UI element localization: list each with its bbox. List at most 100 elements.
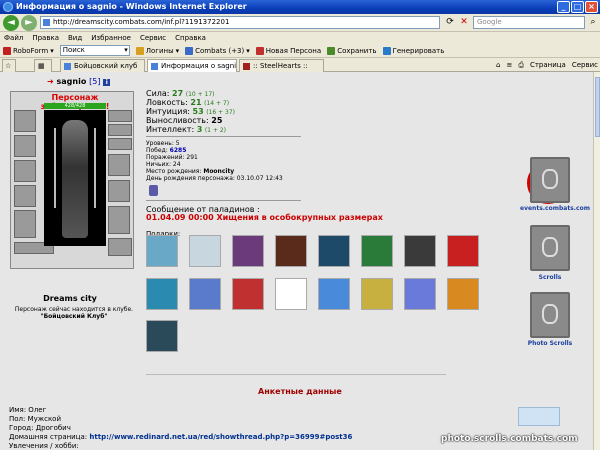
combats-label: Combats (+3) xyxy=(195,46,245,55)
helmet-slot[interactable] xyxy=(14,110,36,132)
home-icon[interactable]: ⌂ xyxy=(496,58,500,72)
stat-label: Интуиция: xyxy=(146,107,190,116)
menu-tools[interactable]: Сервис xyxy=(140,32,166,44)
gift-item[interactable] xyxy=(232,235,264,267)
stat-agility: Ловкость: 21 (14 + 7) xyxy=(146,98,229,107)
roboform-button[interactable]: RoboForm ▾ xyxy=(3,44,54,58)
gloves-slot[interactable] xyxy=(108,154,130,176)
gift-item[interactable] xyxy=(275,278,307,310)
tab-steelhearts[interactable]: :: SteelHearts :: xyxy=(239,59,324,72)
address-bar: ◄ ► http://dreamscity.combats.com/inf.pl… xyxy=(0,14,600,32)
gift-item[interactable] xyxy=(146,320,178,352)
roboform-search-select[interactable]: Поиск xyxy=(59,45,130,56)
bracers-slot[interactable] xyxy=(14,135,36,157)
menu-help[interactable]: Справка xyxy=(175,32,206,44)
gift-item[interactable] xyxy=(361,235,393,267)
stat-strength: Сила: 27 (10 + 17) xyxy=(146,89,215,98)
city-name: Dreams city xyxy=(43,294,97,303)
new-persona-label: Новая Персона xyxy=(265,46,322,55)
hp-bar: 428/428 xyxy=(44,103,106,109)
menu-file[interactable]: Файл xyxy=(4,32,23,44)
events-link[interactable]: events.combats.com xyxy=(520,205,590,212)
scrollbar-thumb[interactable] xyxy=(595,77,600,137)
vertical-scrollbar[interactable] xyxy=(593,72,600,450)
scrolls-banner-icon[interactable] xyxy=(530,225,570,271)
homepage-label: Домашняя страница: xyxy=(9,433,88,441)
tab-fight-club[interactable]: Бойцовский клуб xyxy=(60,59,145,72)
photo-scrolls-banner-icon[interactable] xyxy=(530,292,570,338)
page-menu[interactable]: Страница xyxy=(530,58,566,72)
necklace-slot[interactable] xyxy=(108,124,132,136)
ring-slot[interactable] xyxy=(108,138,132,150)
stop-icon[interactable]: ✕ xyxy=(458,17,470,28)
menu-favorites[interactable]: Избранное xyxy=(91,32,131,44)
search-input[interactable]: Google xyxy=(473,16,585,29)
info-birthday: День рождения персонажа: 03.10.07 12:43 xyxy=(146,175,283,182)
generate-button[interactable]: Генерировать xyxy=(382,44,444,58)
save-button[interactable]: Сохранить xyxy=(327,44,377,58)
divider xyxy=(146,200,301,201)
favorites-star-icon[interactable]: ☆ xyxy=(2,59,16,72)
close-button[interactable]: × xyxy=(585,1,598,13)
profile-sex: Пол: Мужской xyxy=(9,415,62,423)
tools-menu[interactable]: Сервис xyxy=(572,58,598,72)
gift-item[interactable] xyxy=(447,278,479,310)
new-persona-button[interactable]: Новая Персона xyxy=(255,44,322,58)
search-icon[interactable]: ⌕ xyxy=(587,17,599,28)
maximize-button[interactable]: □ xyxy=(571,1,584,13)
homepage-link[interactable]: http://www.redinard.net.ua/red/showthrea… xyxy=(89,433,352,441)
gift-item[interactable] xyxy=(232,278,264,310)
gift-item[interactable] xyxy=(318,235,350,267)
gift-item[interactable] xyxy=(404,235,436,267)
minimize-button[interactable]: _ xyxy=(557,1,570,13)
page-icon xyxy=(243,63,250,70)
weapon-left-slot[interactable] xyxy=(14,185,36,207)
clan-icon[interactable] xyxy=(149,185,158,196)
refresh-icon[interactable]: ⟳ xyxy=(444,17,456,28)
weapon-slot[interactable] xyxy=(14,160,36,182)
shield-slot[interactable] xyxy=(108,180,130,202)
photo-scrolls-link[interactable]: Photo Scrolls xyxy=(520,340,580,347)
tab-label: Бойцовский клуб xyxy=(74,62,138,70)
gift-item[interactable] xyxy=(146,235,178,267)
stat-bonus: (1 + 2) xyxy=(204,127,226,134)
back-button[interactable]: ◄ xyxy=(3,15,19,31)
character-name: ➜ sagnio [5] i xyxy=(47,77,111,86)
menu-edit[interactable]: Правка xyxy=(32,32,59,44)
gift-item[interactable] xyxy=(146,278,178,310)
info-losses: Поражений: 291 xyxy=(146,154,198,161)
stat-label: Интеллект: xyxy=(146,125,195,134)
info-badge-icon[interactable]: i xyxy=(103,79,111,86)
logins-button[interactable]: Логины ▾ xyxy=(135,44,179,58)
gift-item[interactable] xyxy=(447,235,479,267)
armor-slot[interactable] xyxy=(14,210,36,238)
events-banner-icon[interactable] xyxy=(530,157,570,203)
wins-value: 6285 xyxy=(169,147,187,154)
gift-item[interactable] xyxy=(189,235,221,267)
feet-slot[interactable] xyxy=(108,238,132,256)
earring-slot[interactable] xyxy=(108,110,132,122)
gift-item[interactable] xyxy=(275,235,307,267)
stat-value: 27 xyxy=(172,89,184,98)
tab-info-sagnio[interactable]: Информация о sagnio xyxy=(147,59,237,72)
gift-item[interactable] xyxy=(361,278,393,310)
feeds-icon[interactable]: ≡ xyxy=(506,58,512,72)
logins-label: Логины xyxy=(145,46,174,55)
menu-view[interactable]: Вид xyxy=(68,32,82,44)
gift-item[interactable] xyxy=(189,278,221,310)
gift-item[interactable] xyxy=(318,278,350,310)
title-bar: Информация о sagnio - Windows Internet E… xyxy=(0,0,600,14)
forward-button[interactable]: ► xyxy=(21,15,37,31)
tab-list-icon[interactable]: ▦ xyxy=(34,59,52,72)
print-icon[interactable]: ⎙ xyxy=(518,58,524,72)
scrolls-link[interactable]: Scrolls xyxy=(520,274,580,281)
gift-item[interactable] xyxy=(404,278,436,310)
profile-hobby: Увлечения / хобби: xyxy=(9,442,79,450)
url-input[interactable]: http://dreamscity.combats.com/inf.pl?119… xyxy=(40,16,440,29)
stat-value: 21 xyxy=(190,98,202,107)
boots-slot[interactable] xyxy=(108,206,130,234)
page-icon xyxy=(43,19,50,26)
combats-button[interactable]: Combats (+3) ▾ xyxy=(185,44,250,58)
profile-heading: Анкетные данные xyxy=(258,387,342,396)
stat-bonus: (16 + 37) xyxy=(206,109,235,116)
